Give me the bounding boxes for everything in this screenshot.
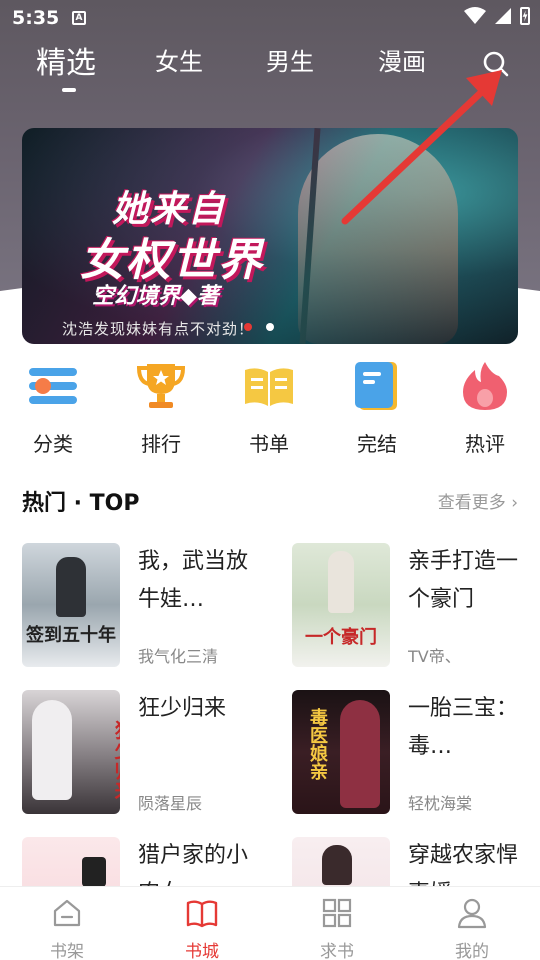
cover-figure <box>322 845 352 885</box>
status-time: 5:35 <box>12 7 60 29</box>
category-booklist[interactable]: 书单 <box>224 360 314 457</box>
category-label: 完结 <box>357 432 397 456</box>
bookstore-icon <box>186 900 218 928</box>
book-cover: 毒医娘亲 <box>292 690 390 814</box>
book-card[interactable]: 一个豪门 亲手打造一个豪门 TV帝、 <box>292 543 532 671</box>
book-card[interactable]: 狂少归来 狂少归来 陨落星辰 <box>22 690 262 818</box>
book-card[interactable]: 猎户家的小农女 <box>22 837 262 886</box>
tab-indicator <box>62 88 76 92</box>
cover-title: 一个豪门 <box>305 627 377 648</box>
book-title: 狂少归来 <box>138 696 227 721</box>
category-label: 热评 <box>465 432 505 456</box>
bookshelf-icon <box>53 899 81 927</box>
category-completed[interactable]: 完结 <box>332 360 422 457</box>
grid-icon <box>322 898 352 928</box>
bottom-nav-bookshelf[interactable]: 书架 <box>27 897 107 960</box>
tab-male[interactable]: 男生 <box>266 42 314 77</box>
battery-icon <box>520 7 530 25</box>
cover-title: 狂少归来 <box>111 720 120 800</box>
cover-figure <box>328 551 354 613</box>
book-author: 轻枕海棠 <box>408 794 473 813</box>
book-card[interactable]: 签到五十年 我，武当放牛娃… 我气化三清 <box>22 543 262 671</box>
book-title: 亲手打造一个豪门 <box>408 549 519 612</box>
book-cover <box>292 837 390 886</box>
category-row: 分类 排行 书单 完结 热评 <box>0 360 540 460</box>
signal-icon <box>495 8 511 24</box>
completed-book-icon <box>355 362 397 410</box>
category-hot-reviews[interactable]: 热评 <box>440 360 530 457</box>
bottom-nav: 书架 书城 求书 我的 <box>0 886 540 960</box>
book-card[interactable]: 穿越农家悍妻媛 <box>292 837 532 886</box>
cover-title: 签到五十年 <box>26 625 116 646</box>
cover-figure <box>340 700 380 808</box>
book-author: 陨落星辰 <box>138 794 203 813</box>
book-title: 猎户家的小农女 <box>138 843 249 886</box>
category-label: 排行 <box>141 432 181 456</box>
book-card[interactable]: 毒医娘亲 一胎三宝：毒… 轻枕海棠 <box>292 690 532 818</box>
trophy-icon <box>136 364 186 408</box>
category-label: 书单 <box>249 432 289 456</box>
book-cover: 狂少归来 <box>22 690 120 814</box>
book-title: 一胎三宝：毒… <box>408 696 519 759</box>
bottom-nav-request[interactable]: 求书 <box>297 897 377 960</box>
chevron-right-icon: › <box>511 493 518 513</box>
section-title: 热门 · TOP <box>22 491 140 516</box>
bottom-nav-label: 书架 <box>50 942 84 960</box>
profile-icon <box>457 898 487 929</box>
see-more-link[interactable]: 查看更多 › <box>438 488 518 513</box>
book-author: 我气化三清 <box>138 647 219 666</box>
banner-dot-active[interactable] <box>244 323 252 331</box>
flame-icon <box>463 362 507 410</box>
book-cover <box>22 837 120 886</box>
book-author: TV帝、 <box>408 647 461 666</box>
banner-dot[interactable] <box>266 323 274 331</box>
tab-female[interactable]: 女生 <box>155 42 203 77</box>
wifi-icon <box>464 7 486 24</box>
bottom-nav-label: 我的 <box>455 942 489 960</box>
cover-figure <box>82 857 106 886</box>
cover-figure <box>56 557 86 617</box>
book-cover: 签到五十年 <box>22 543 120 667</box>
banner-caption: 沈浩发现妹妹有点不对劲！ <box>62 320 255 338</box>
list-icon <box>29 368 77 404</box>
book-title: 我，武当放牛娃… <box>138 549 249 612</box>
bottom-nav-label: 求书 <box>320 942 354 960</box>
open-book-icon <box>245 368 293 406</box>
book-cover: 一个豪门 <box>292 543 390 667</box>
category-ranking[interactable]: 排行 <box>116 360 206 457</box>
category-classify[interactable]: 分类 <box>8 360 98 457</box>
status-bar: 5:35 A <box>0 0 540 36</box>
category-label: 分类 <box>33 432 73 456</box>
see-more-label: 查看更多 <box>437 493 506 513</box>
bottom-nav-bookstore[interactable]: 书城 <box>162 897 242 960</box>
red-arrow-annotation <box>341 70 502 225</box>
bottom-nav-label: 书城 <box>185 942 219 960</box>
book-title: 穿越农家悍妻媛 <box>408 843 519 886</box>
tab-featured[interactable]: 精选 <box>36 38 96 82</box>
cover-title: 毒医娘亲 <box>307 708 328 780</box>
notification-icon: A <box>72 11 86 25</box>
bottom-nav-profile[interactable]: 我的 <box>432 897 512 960</box>
status-icons <box>464 7 530 25</box>
banner-author: 空幻境界◆著 <box>92 284 219 309</box>
